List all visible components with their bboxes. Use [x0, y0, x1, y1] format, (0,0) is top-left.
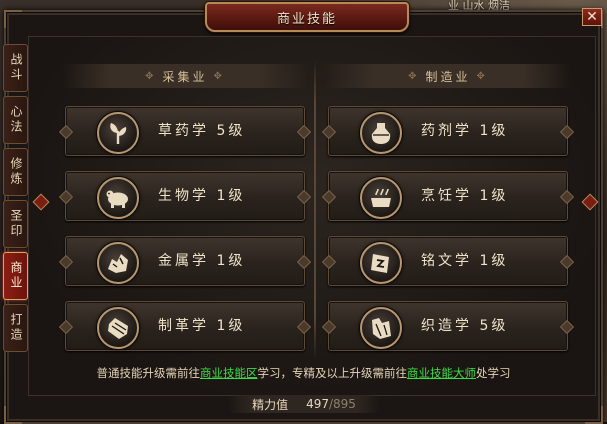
skill-metallurgy[interactable]: 金属学 1级: [58, 236, 312, 286]
tab-holy-seal-label: 圣印: [9, 209, 23, 239]
herb-icon: [97, 112, 139, 154]
skill-inscription-label: 铭文学 1级: [421, 253, 509, 269]
skill-inscription[interactable]: 铭文学 1级: [321, 236, 575, 286]
commerce-skill-area-link[interactable]: 商业技能区: [200, 366, 258, 380]
frame-corner: [4, 406, 22, 424]
hint-text-2: 学习，专精及以上升级需前往: [257, 366, 408, 380]
energy-current: 497: [306, 397, 329, 411]
tab-holy-seal[interactable]: 圣印: [3, 200, 28, 248]
skill-herbalism-label: 草药学 5级: [158, 123, 246, 139]
skill-leatherworking-label: 制革学 1级: [158, 318, 246, 334]
potion-icon: [360, 112, 402, 154]
skill-biology-label: 生物学 1级: [158, 188, 246, 204]
skill-metallurgy-label: 金属学 1级: [158, 253, 246, 269]
column-divider: [314, 60, 316, 360]
creature-icon: [97, 177, 139, 219]
tab-commerce[interactable]: 商业: [3, 252, 28, 300]
ornament-icon: ✥: [476, 70, 488, 82]
tab-forging-label: 打造: [9, 313, 23, 343]
skill-biology[interactable]: 生物学 1级: [58, 171, 312, 221]
tab-commerce-label: 商业: [9, 261, 23, 291]
skill-pharmacy-label: 药剂学 1级: [421, 123, 509, 139]
frame-corner: [4, 10, 22, 28]
ore-icon: [97, 242, 139, 284]
weaving-icon: [360, 307, 402, 349]
hint-text-1: 普通技能升级需前往: [96, 366, 201, 380]
ornament-icon: ✥: [145, 70, 157, 82]
cooking-pot-icon: [360, 177, 402, 219]
skill-cooking-label: 烹饪学 1级: [421, 188, 509, 204]
skill-cooking[interactable]: 烹饪学 1级: [321, 171, 575, 221]
close-button[interactable]: ✕: [582, 8, 602, 26]
tab-mind-method[interactable]: 心法: [3, 96, 28, 144]
skill-weaving[interactable]: 织造学 5级: [321, 301, 575, 351]
energy-display: 精力值 497/895: [228, 395, 380, 413]
hint-text-3: 处学习: [476, 366, 511, 380]
window-title-text: 商业技能: [276, 11, 337, 27]
frame-corner: [585, 406, 603, 424]
energy-max: /895: [328, 397, 356, 411]
gathering-header: ✥ 采集业 ✥: [62, 64, 308, 88]
ornament-icon: ✥: [213, 70, 225, 82]
tab-forging[interactable]: 打造: [3, 304, 28, 352]
upgrade-hint: 普通技能升级需前往商业技能区学习，专精及以上升级需前往商业技能大师处学习: [0, 365, 607, 381]
inscription-icon: [360, 242, 402, 284]
tab-combat[interactable]: 战斗: [3, 44, 28, 92]
crafting-header-text: 制造业: [425, 69, 471, 84]
skill-herbalism[interactable]: 草药学 5级: [58, 106, 312, 156]
tab-cultivation-label: 修炼: [9, 157, 23, 187]
energy-label: 精力值: [252, 397, 289, 412]
skill-leatherworking[interactable]: 制革学 1级: [58, 301, 312, 351]
crafting-header: ✥ 制造业 ✥: [325, 64, 571, 88]
leather-icon: [97, 307, 139, 349]
gathering-header-text: 采集业: [162, 69, 208, 84]
tab-mind-method-label: 心法: [9, 105, 23, 135]
ornament-icon: ✥: [408, 70, 420, 82]
window-title: 商业技能: [205, 2, 409, 32]
commerce-skill-master-link[interactable]: 商业技能大师: [407, 366, 476, 380]
skill-weaving-label: 织造学 5级: [421, 318, 509, 334]
tab-cultivation[interactable]: 修炼: [3, 148, 28, 196]
tab-combat-label: 战斗: [9, 53, 23, 83]
skill-pharmacy[interactable]: 药剂学 1级: [321, 106, 575, 156]
